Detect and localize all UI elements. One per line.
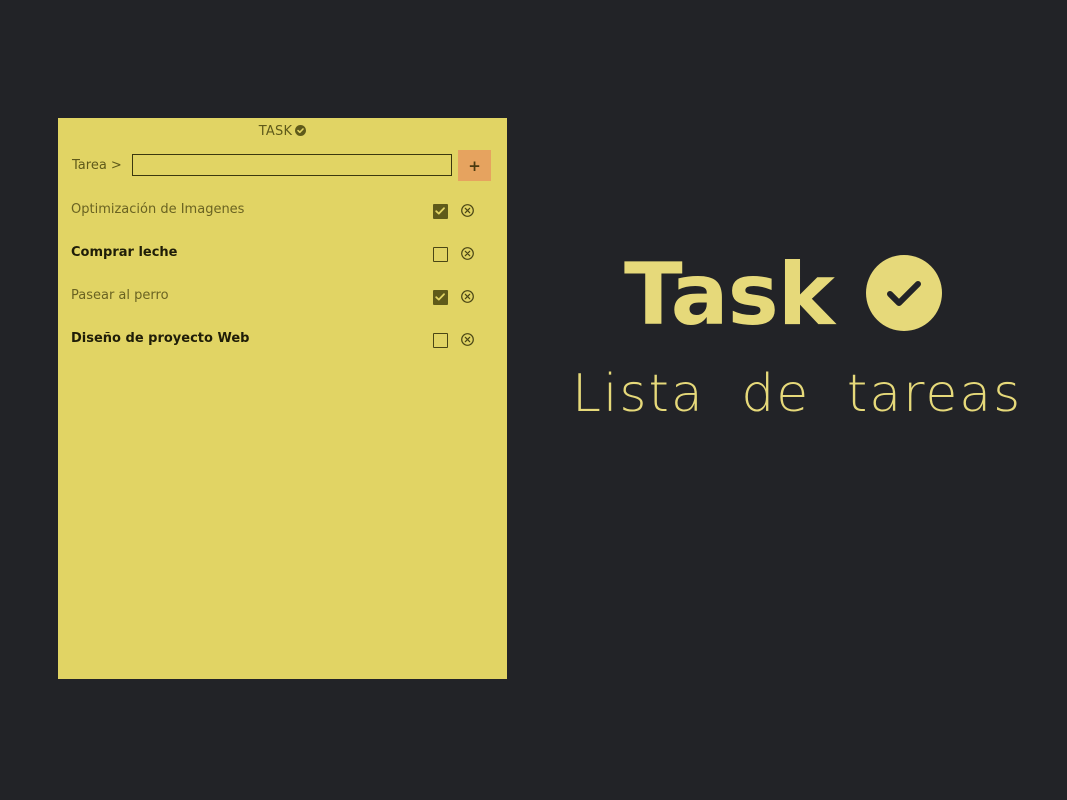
task-text: Pasear al perro (71, 288, 169, 303)
check-circle-icon (295, 125, 307, 136)
panel-title: TASK (58, 124, 507, 139)
task-checkbox[interactable] (433, 204, 448, 219)
task-text: Diseño de proyecto Web (71, 331, 250, 346)
task-item: Optimización de Imagenes (71, 198, 481, 241)
task-item: Diseño de proyecto Web (71, 327, 481, 370)
hero-subtitle: Lista de tareas (572, 364, 1023, 424)
panel-title-text: TASK (258, 124, 293, 139)
delete-icon[interactable] (460, 332, 475, 347)
delete-icon[interactable] (460, 289, 475, 304)
hero-title: Task (624, 245, 835, 345)
task-item: Pasear al perro (71, 284, 481, 327)
task-checkbox[interactable] (433, 290, 448, 305)
task-item: Comprar leche (71, 241, 481, 284)
task-list: Optimización de Imagenes Comprar leche P… (71, 198, 481, 370)
task-checkbox[interactable] (433, 333, 448, 348)
delete-icon[interactable] (460, 246, 475, 261)
task-input[interactable] (132, 154, 452, 176)
add-task-button[interactable]: + (458, 150, 491, 181)
task-text: Comprar leche (71, 245, 178, 260)
task-text: Optimización de Imagenes (71, 202, 245, 217)
task-input-row: Tarea > + (72, 150, 492, 181)
task-input-label: Tarea > (72, 158, 122, 173)
task-checkbox[interactable] (433, 247, 448, 262)
check-circle-icon (866, 255, 942, 331)
task-panel: TASK Tarea > + Optimización de Imagenes … (58, 118, 507, 679)
delete-icon[interactable] (460, 203, 475, 218)
